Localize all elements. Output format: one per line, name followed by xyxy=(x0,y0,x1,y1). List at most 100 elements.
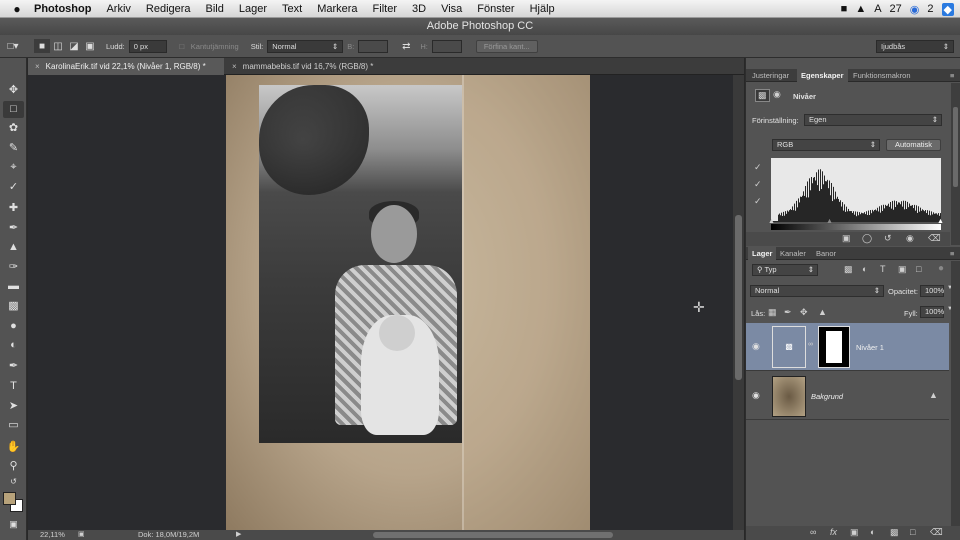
menu-item-hjalp[interactable]: Hjälp xyxy=(530,3,555,15)
eraser-tool-icon[interactable]: ▬ xyxy=(3,278,24,295)
link-layers-icon[interactable]: ∞ xyxy=(810,527,816,537)
refine-edge-button[interactable]: Förfina kant... xyxy=(475,39,538,53)
add-selection-icon[interactable]: ◫ xyxy=(50,39,66,53)
status-export-icon[interactable]: ▣ xyxy=(78,530,85,540)
delete-layer-icon[interactable]: ⌫ xyxy=(930,527,943,538)
hand-tool-icon[interactable]: ✋ xyxy=(3,439,24,456)
tab-properties[interactable]: Egenskaper xyxy=(797,69,848,82)
tab-karolinaerik[interactable]: × KarolinaErik.tif vid 22,1% (Nivåer 1, R… xyxy=(28,58,224,75)
zoom-tool-icon[interactable]: ⚲ xyxy=(3,458,24,475)
menu-item-fonster[interactable]: Fönster xyxy=(477,3,514,15)
opacity-input[interactable]: 100% xyxy=(920,285,944,297)
layer-mask-icon[interactable]: ◉ xyxy=(773,89,781,100)
canvas-vertical-scrollbar[interactable] xyxy=(733,75,744,530)
preset-select[interactable]: Egen ⇕ xyxy=(804,114,942,126)
menu-item-visa[interactable]: Visa xyxy=(441,3,462,15)
marquee-preset-icon[interactable]: □▾ xyxy=(0,39,26,53)
zoom-level[interactable]: 22,11% xyxy=(40,530,65,540)
horizontal-scrollbar-thumb[interactable] xyxy=(373,532,613,538)
move-tool-icon[interactable]: ✥ xyxy=(3,82,24,99)
filter-toggle-icon[interactable]: ● xyxy=(938,263,944,274)
workspace-select[interactable]: Ijudbås ⇕ xyxy=(876,39,954,53)
camera-icon[interactable]: ■ xyxy=(841,3,848,15)
panel-menu-icon[interactable]: ≡ xyxy=(946,247,958,260)
menu-item-text[interactable]: Text xyxy=(282,3,302,15)
close-icon[interactable]: × xyxy=(232,62,237,71)
antialias-checkbox[interactable]: □ xyxy=(177,39,187,53)
fill-input[interactable]: 100% xyxy=(920,306,944,318)
new-adjustment-icon[interactable]: ◐ xyxy=(870,527,875,537)
status-menu-arrow-icon[interactable]: ▶ xyxy=(236,530,241,540)
lock-transparent-icon[interactable]: ▦ xyxy=(768,307,777,318)
lock-position-icon[interactable]: ✥ xyxy=(800,307,808,318)
eye-icon[interactable]: ◉ xyxy=(752,390,760,401)
close-icon[interactable]: × xyxy=(35,62,40,71)
gray-input-slider[interactable]: ▲ xyxy=(826,218,833,225)
lasso-tool-icon[interactable]: ✿ xyxy=(3,120,24,137)
swap-colors-icon[interactable]: ↺ xyxy=(3,476,24,488)
tab-adjustments[interactable]: Justeringar xyxy=(748,69,793,82)
layer-style-icon[interactable]: fx xyxy=(830,527,837,537)
layer-row-levels[interactable]: ◉ ▩ ∞ Nivåer 1 xyxy=(746,323,949,371)
menu-item-markera[interactable]: Markera xyxy=(317,3,357,15)
menu-app-name[interactable]: Photoshop xyxy=(34,3,91,15)
menu-item-bild[interactable]: Bild xyxy=(206,3,224,15)
gray-point-eyedropper-icon[interactable]: ✓ xyxy=(754,179,762,190)
height-input[interactable] xyxy=(431,39,462,53)
filter-shape-icon[interactable]: ▣ xyxy=(898,264,907,275)
intersect-selection-icon[interactable]: ▣ xyxy=(82,39,98,53)
creative-cloud-icon[interactable]: ◉ xyxy=(910,3,920,16)
menu-item-arkiv[interactable]: Arkiv xyxy=(106,3,130,15)
crop-tool-icon[interactable]: ⌖ xyxy=(3,159,24,176)
tab-layers[interactable]: Lager xyxy=(748,247,777,260)
layer-name[interactable]: Bakgrund xyxy=(811,392,843,401)
subtract-selection-icon[interactable]: ◪ xyxy=(66,39,82,53)
eyedropper-tool-icon[interactable]: ✓ xyxy=(3,179,24,196)
menu-item-filter[interactable]: Filter xyxy=(373,3,397,15)
panel-menu-icon[interactable]: ≡ xyxy=(946,69,958,82)
layer-filter-select[interactable]: ⚲ Typ ⇕ xyxy=(752,264,818,276)
tab-mammabebis[interactable]: × mammabebis.tif vid 16,7% (RGB/8) * xyxy=(225,58,425,75)
blur-tool-icon[interactable]: ● xyxy=(3,318,24,335)
blend-mode-select[interactable]: Normal ⇕ xyxy=(750,285,884,297)
new-selection-icon[interactable]: ■ xyxy=(34,39,50,53)
style-select[interactable]: Normal ⇕ xyxy=(267,39,344,53)
menu-item-redigera[interactable]: Redigera xyxy=(146,3,191,15)
channel-select[interactable]: RGB ⇕ xyxy=(772,139,880,151)
filter-adjustment-icon[interactable]: ◐ xyxy=(862,264,867,274)
new-layer-icon[interactable]: □ xyxy=(910,527,915,537)
filter-smart-object-icon[interactable]: □ xyxy=(916,264,921,274)
black-input-slider[interactable]: ▲ xyxy=(768,218,775,225)
white-input-slider[interactable]: ▲ xyxy=(937,218,944,225)
trash-icon[interactable]: ⌫ xyxy=(928,233,941,244)
dodge-tool-icon[interactable]: ◐ xyxy=(3,337,24,354)
lock-image-icon[interactable]: ✒ xyxy=(784,307,792,318)
quick-mask-icon[interactable]: ▣ xyxy=(3,516,24,533)
pen-tool-icon[interactable]: ✒ xyxy=(3,358,24,375)
brush-tool-icon[interactable]: ✒ xyxy=(3,220,24,237)
tab-channels[interactable]: Kanaler xyxy=(776,247,810,260)
menu-item-3d[interactable]: 3D xyxy=(412,3,426,15)
layer-mask-thumbnail[interactable] xyxy=(818,326,850,368)
filter-type-icon[interactable]: T xyxy=(880,264,886,274)
apple-icon[interactable]: ● xyxy=(0,2,34,16)
layer-row-background[interactable]: ◉ Bakgrund ▲ xyxy=(746,372,949,420)
reset-icon[interactable]: ↺ xyxy=(884,233,892,244)
foreground-color-swatch[interactable] xyxy=(3,492,16,505)
swap-dimensions-icon[interactable]: ⇄ xyxy=(396,39,416,53)
eject-icon[interactable]: ▲ xyxy=(855,3,866,15)
layer-name[interactable]: Nivåer 1 xyxy=(856,343,884,352)
tab-actions[interactable]: Funktionsmakron xyxy=(849,69,915,82)
path-selection-tool-icon[interactable]: ➤ xyxy=(3,398,24,415)
clone-stamp-tool-icon[interactable]: ▲ xyxy=(3,239,24,256)
auto-button[interactable]: Automatisk xyxy=(886,139,941,151)
add-mask-icon[interactable]: ▣ xyxy=(850,527,859,538)
type-tool-icon[interactable]: T xyxy=(3,378,24,395)
view-previous-icon[interactable]: ◯ xyxy=(862,233,872,244)
history-brush-tool-icon[interactable]: ✑ xyxy=(3,259,24,276)
clip-to-layer-icon[interactable]: ▣ xyxy=(842,233,851,244)
layers-scrollbar[interactable] xyxy=(951,261,960,526)
black-point-eyedropper-icon[interactable]: ✓ xyxy=(754,162,762,173)
mask-link-icon[interactable]: ∞ xyxy=(808,341,813,348)
scrollbar-thumb[interactable] xyxy=(953,107,958,187)
